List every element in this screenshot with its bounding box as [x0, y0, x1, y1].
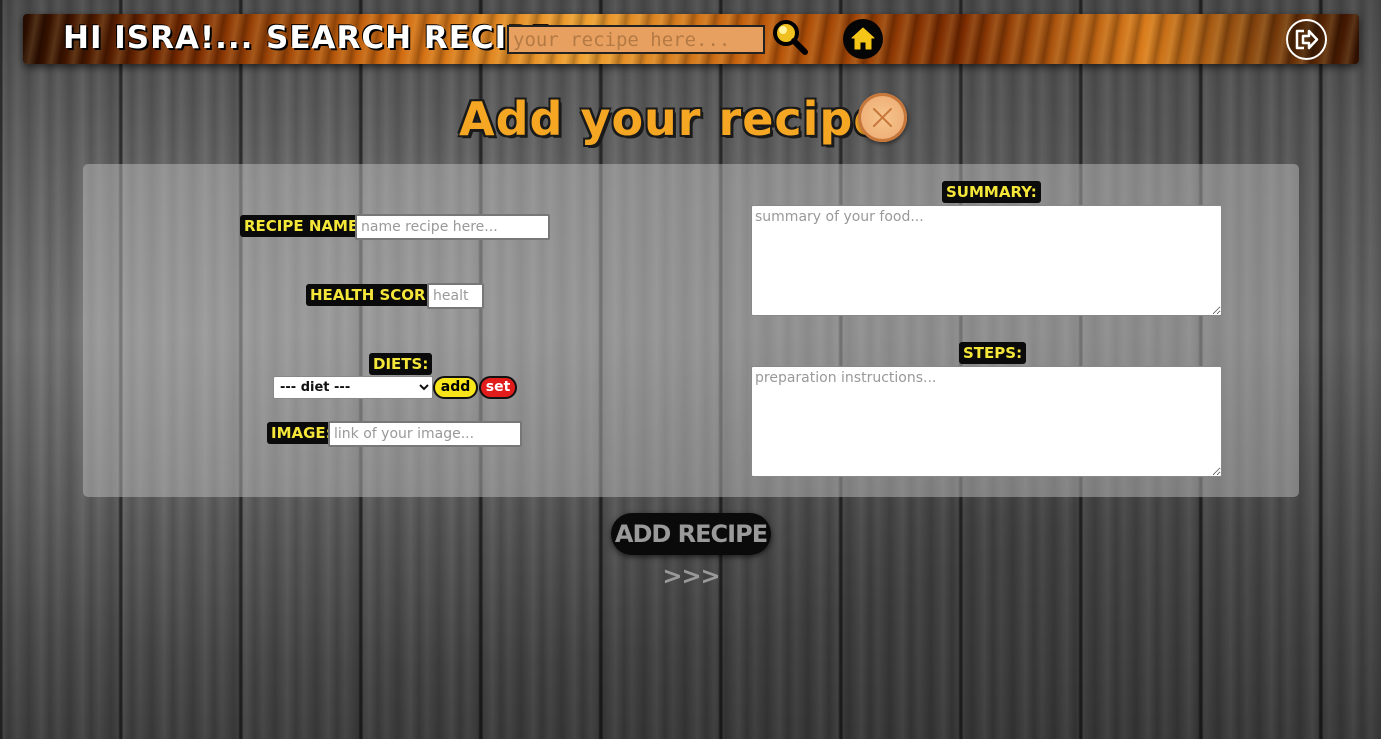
user-greeting: HI ISRA!...	[63, 20, 254, 56]
image-link-input[interactable]	[328, 421, 522, 447]
add-recipe-button[interactable]: ADD RECIPE >>>	[611, 513, 771, 590]
image-label: IMAGE:	[267, 422, 336, 444]
recipe-name-input[interactable]	[355, 214, 550, 240]
add-diet-button[interactable]: add	[433, 376, 478, 399]
summary-textarea[interactable]	[751, 205, 1222, 316]
diets-label: DIETS:	[369, 353, 433, 375]
home-icon[interactable]	[843, 19, 883, 59]
steps-label: STEPS:	[959, 342, 1027, 364]
health-score-label: HEALTH SCORE:	[306, 284, 446, 306]
set-diet-button[interactable]: set	[479, 376, 517, 399]
search-input[interactable]	[507, 25, 765, 54]
pie-icon	[858, 93, 907, 142]
summary-label: SUMMARY:	[942, 181, 1041, 203]
search-icon[interactable]	[770, 18, 810, 58]
top-nav-bar: HI ISRA!... SEARCH RECIPE:	[23, 14, 1359, 64]
recipe-form-panel: RECIPE NAME: HEALTH SCORE: DIETS: --- di…	[83, 164, 1299, 497]
logout-icon[interactable]	[1286, 19, 1327, 60]
health-score-input[interactable]	[427, 283, 484, 309]
page-title: Add your recipe	[459, 92, 886, 146]
recipe-name-label: RECIPE NAME:	[240, 215, 369, 237]
steps-textarea[interactable]	[751, 366, 1222, 477]
diet-select[interactable]: --- diet ---	[273, 376, 433, 399]
